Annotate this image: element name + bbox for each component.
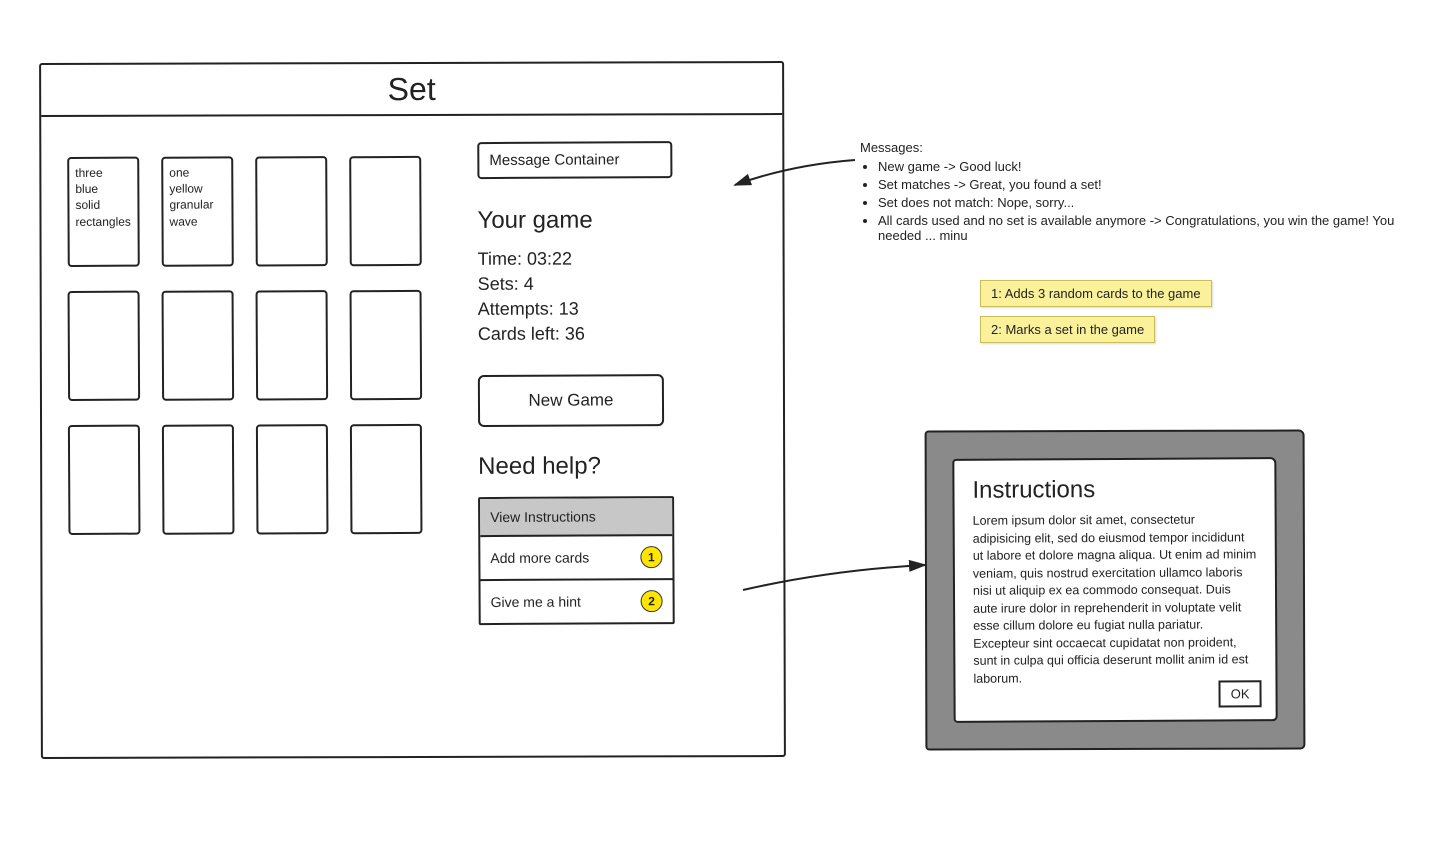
arrow-icon [740,560,930,640]
stat-cardsleft: Cards left: 36 [478,323,757,345]
stat-value: 36 [565,324,585,344]
message-bullet: Set does not match: Nope, sorry... [878,195,1420,210]
sticky-note-1: 1: Adds 3 random cards to the game [980,280,1212,307]
title-bar: Set [41,63,782,117]
card-text: solid [75,198,100,212]
dialog-body: Lorem ipsum dolor sit amet, consectetur … [973,511,1258,687]
stat-value: 03:22 [527,249,572,269]
stat-value: 13 [559,299,579,319]
game-card[interactable] [256,424,329,534]
stat-label: Sets: [478,274,519,294]
game-card[interactable] [162,290,235,400]
instructions-dialog-backdrop: Instructions Lorem ipsum dolor sit amet,… [925,430,1306,751]
stat-sets: Sets: 4 [478,273,757,295]
card-text: one [169,166,189,180]
sticky-note-2: 2: Marks a set in the game [980,316,1155,343]
game-card[interactable] [68,425,141,535]
ok-button[interactable]: OK [1219,680,1262,707]
game-card[interactable] [255,156,328,266]
your-game-heading: Your game [477,206,756,235]
button-label: OK [1231,686,1250,701]
message-container: Message Container [477,141,672,179]
card-text: wave [169,214,197,228]
card-grid: three blue solid rectangles one yellow g… [67,156,422,626]
help-panel: View Instructions Add more cards 1 Give … [478,496,675,625]
card-text: granular [169,198,213,212]
view-instructions-row[interactable]: View Instructions [480,498,672,537]
message-container-label: Message Container [489,151,619,169]
side-panel: Message Container Your game Time: 03:22 … [477,141,757,625]
card-text: blue [75,182,98,196]
message-bullet: New game -> Good luck! [878,159,1420,174]
message-bullet: Set matches -> Great, you found a set! [878,177,1420,192]
stat-label: Attempts: [478,299,554,319]
main-window: Set three blue solid rectangles one yell… [39,61,786,759]
new-game-button[interactable]: New Game [478,374,664,427]
stat-time: Time: 03:22 [478,248,757,270]
stat-label: Cards left: [478,324,560,344]
sticky-text: 1: Adds 3 random cards to the game [991,286,1201,301]
game-card[interactable]: one yellow granular wave [161,156,234,266]
game-card[interactable]: three blue solid rectangles [67,157,140,267]
help-row-label: View Instructions [490,508,596,525]
game-card[interactable] [256,290,329,400]
help-heading: Need help? [478,452,757,481]
button-label: New Game [528,390,613,409]
help-row-label: Add more cards [490,550,589,567]
messages-list: New game -> Good luck! Set matches -> Gr… [878,159,1420,243]
game-card[interactable] [162,424,235,534]
game-card[interactable] [349,156,422,266]
card-text: three [75,166,102,180]
card-text: yellow [169,182,202,196]
game-card[interactable] [68,291,141,401]
game-card[interactable] [350,290,423,400]
game-stats: Time: 03:22 Sets: 4 Attempts: 13 Cards l… [478,248,757,345]
add-more-cards-row[interactable]: Add more cards 1 [480,536,672,581]
marker-1-icon: 1 [640,546,662,568]
card-text: rectangles [75,214,130,228]
messages-title: Messages: [860,140,1420,155]
stat-attempts: Attempts: 13 [478,298,757,320]
marker-2-icon: 2 [641,590,663,612]
annotations-block: Messages: New game -> Good luck! Set mat… [860,140,1420,246]
give-hint-row[interactable]: Give me a hint 2 [481,580,673,623]
help-row-label: Give me a hint [491,594,581,610]
stat-label: Time: [478,249,522,269]
main-content: three blue solid rectangles one yellow g… [41,115,783,646]
game-card[interactable] [350,424,423,534]
message-bullet: All cards used and no set is available a… [878,213,1420,243]
dialog-title: Instructions [972,475,1256,504]
arrow-icon [730,155,860,205]
stat-value: 4 [524,274,534,294]
sticky-text: 2: Marks a set in the game [991,322,1144,337]
instructions-dialog: Instructions Lorem ipsum dolor sit amet,… [952,457,1277,723]
app-title: Set [388,70,436,107]
